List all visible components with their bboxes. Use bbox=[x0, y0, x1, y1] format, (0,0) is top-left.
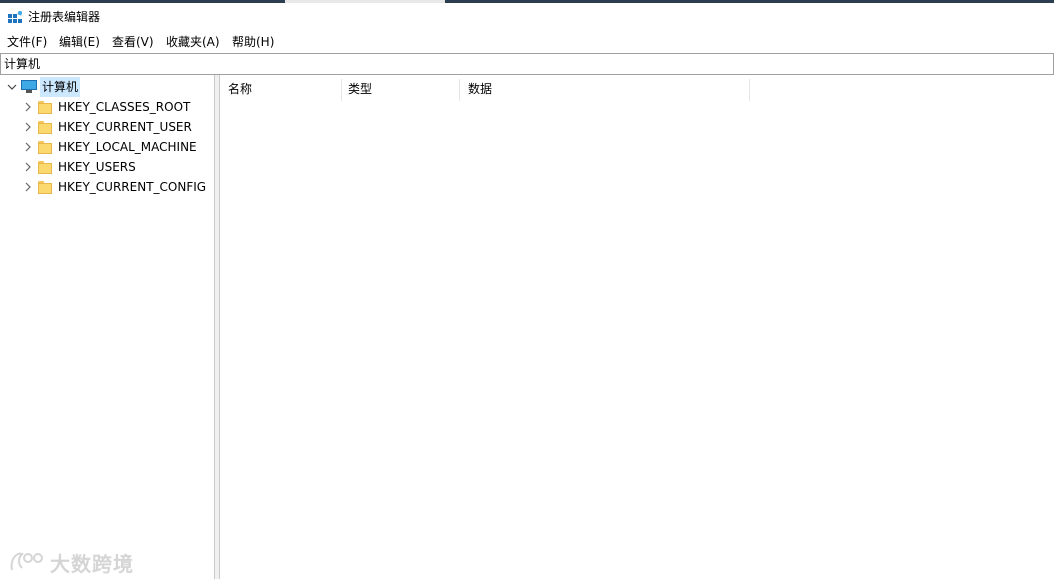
tree-node-hkey-current-user[interactable]: HKEY_CURRENT_USER bbox=[0, 117, 214, 137]
tree-node-hkey-local-machine[interactable]: HKEY_LOCAL_MACHINE bbox=[0, 137, 214, 157]
column-header-type[interactable]: 类型 bbox=[340, 79, 460, 101]
watermark: 大数跨境 bbox=[8, 546, 148, 576]
tree-node-label: HKEY_CURRENT_USER bbox=[58, 120, 192, 134]
tree-node-label: HKEY_CLASSES_ROOT bbox=[58, 100, 191, 114]
tree-node-computer[interactable]: 计算机 bbox=[0, 77, 214, 97]
folder-icon bbox=[38, 100, 52, 114]
key-tree-pane[interactable]: 计算机 HKEY_CLASSES_ROOT HKEY_CURRENT_USER … bbox=[0, 75, 215, 579]
folder-icon bbox=[38, 160, 52, 174]
window-title: 注册表编辑器 bbox=[28, 10, 101, 24]
tree-node-label: 计算机 bbox=[40, 77, 81, 97]
address-path: 计算机 bbox=[4, 57, 41, 71]
tree-node-hkey-classes-root[interactable]: HKEY_CLASSES_ROOT bbox=[0, 97, 214, 117]
folder-icon bbox=[38, 120, 52, 134]
menu-view[interactable]: 查看(V) bbox=[111, 34, 155, 50]
column-header-data[interactable]: 数据 bbox=[460, 79, 750, 101]
chevron-right-icon[interactable] bbox=[23, 97, 33, 117]
tree-node-hkey-current-config[interactable]: HKEY_CURRENT_CONFIG bbox=[0, 177, 214, 197]
chevron-right-icon[interactable] bbox=[23, 117, 33, 137]
folder-icon bbox=[38, 180, 52, 194]
address-bar[interactable]: 计算机 bbox=[0, 53, 1054, 75]
menu-help[interactable]: 帮助(H) bbox=[231, 34, 275, 50]
tree-node-label: HKEY_CURRENT_CONFIG bbox=[58, 180, 207, 194]
chevron-right-icon[interactable] bbox=[23, 157, 33, 177]
tree-node-label: HKEY_LOCAL_MACHINE bbox=[58, 140, 197, 154]
watermark-text: 大数跨境 bbox=[50, 552, 134, 576]
title-bar: 注册表编辑器 bbox=[0, 3, 1054, 31]
column-header-name[interactable]: 名称 bbox=[220, 79, 342, 101]
menu-bar: 文件(F) 编辑(E) 查看(V) 收藏夹(A) 帮助(H) bbox=[0, 31, 1054, 53]
computer-icon bbox=[21, 80, 37, 93]
menu-favorites[interactable]: 收藏夹(A) bbox=[165, 34, 221, 50]
chevron-right-icon[interactable] bbox=[23, 137, 33, 157]
tree-node-label: HKEY_USERS bbox=[58, 160, 136, 174]
chevron-down-icon[interactable] bbox=[7, 77, 17, 97]
menu-edit[interactable]: 编辑(E) bbox=[58, 34, 101, 50]
tree-node-hkey-users[interactable]: HKEY_USERS bbox=[0, 157, 214, 177]
watermark-logo-icon bbox=[10, 552, 43, 571]
values-list-pane[interactable]: 名称 类型 数据 bbox=[220, 75, 1054, 579]
folder-icon bbox=[38, 140, 52, 154]
chevron-right-icon[interactable] bbox=[23, 177, 33, 197]
registry-editor-icon bbox=[8, 11, 22, 23]
menu-file[interactable]: 文件(F) bbox=[6, 34, 48, 50]
